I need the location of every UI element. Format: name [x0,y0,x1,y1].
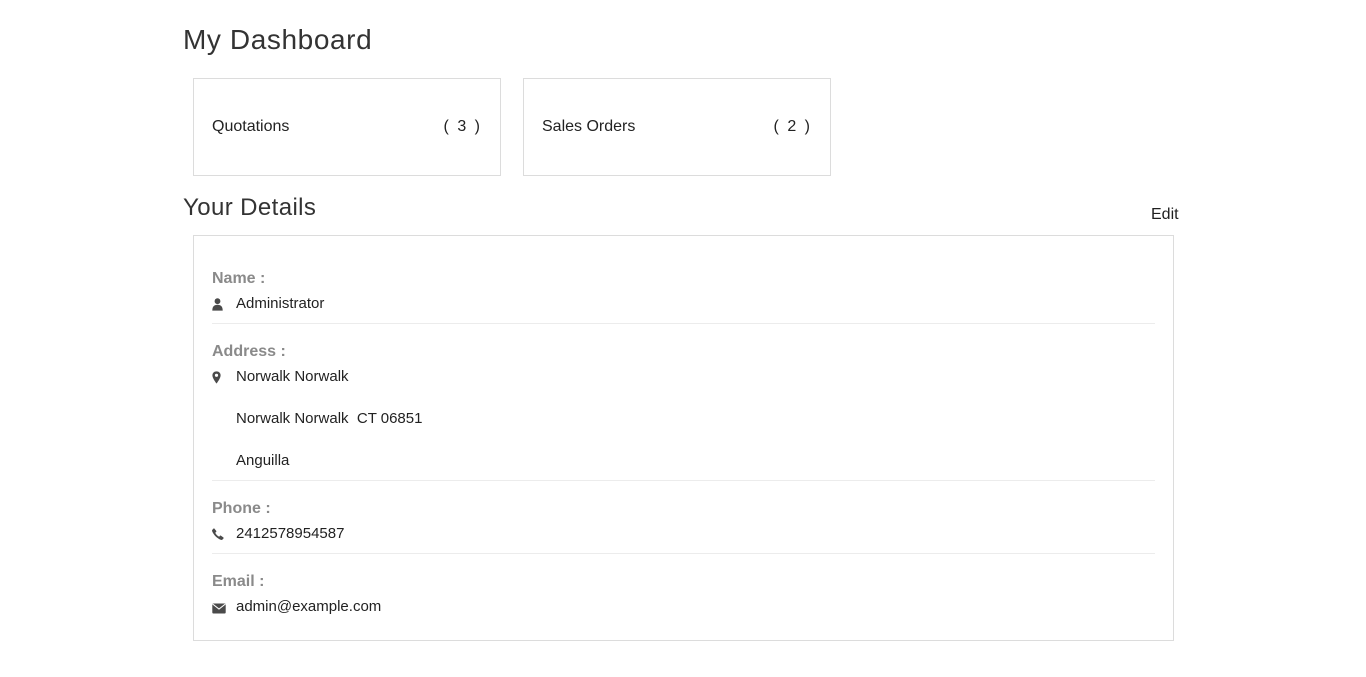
phone-label: Phone : [212,500,271,517]
email-value: admin@example.com [236,598,382,615]
page-title: My Dashboard [183,24,373,55]
divider [212,553,1155,554]
email-label: Email : [212,573,265,590]
dashboard-page: My Dashboard Quotations ( 3 ) Sales Orde… [0,0,1366,677]
details-title: Your Details [183,194,317,221]
map-marker-icon [212,370,224,384]
sales-orders-card[interactable]: Sales Orders ( 2 ) [523,78,831,176]
details-card: Name : Administrator Address : Norwalk N… [193,235,1174,641]
address-label: Address : [212,343,286,360]
address-line-2: Norwalk Norwalk CT 06851 [236,410,423,427]
address-line-1: Norwalk Norwalk [236,368,349,385]
divider [212,480,1155,481]
sales-orders-count: ( 2 ) [773,118,812,135]
name-label: Name : [212,270,266,287]
divider [212,323,1155,324]
quotations-label: Quotations [212,118,290,135]
edit-link[interactable]: Edit [1151,206,1179,224]
name-value: Administrator [236,295,325,312]
quotations-card[interactable]: Quotations ( 3 ) [193,78,501,176]
sales-orders-label: Sales Orders [542,118,636,135]
address-line-3: Anguilla [236,452,290,469]
phone-value: 2412578954587 [236,525,345,542]
envelope-icon [212,601,227,615]
phone-icon [212,527,224,541]
quotations-count: ( 3 ) [443,118,482,135]
user-icon [212,297,224,311]
